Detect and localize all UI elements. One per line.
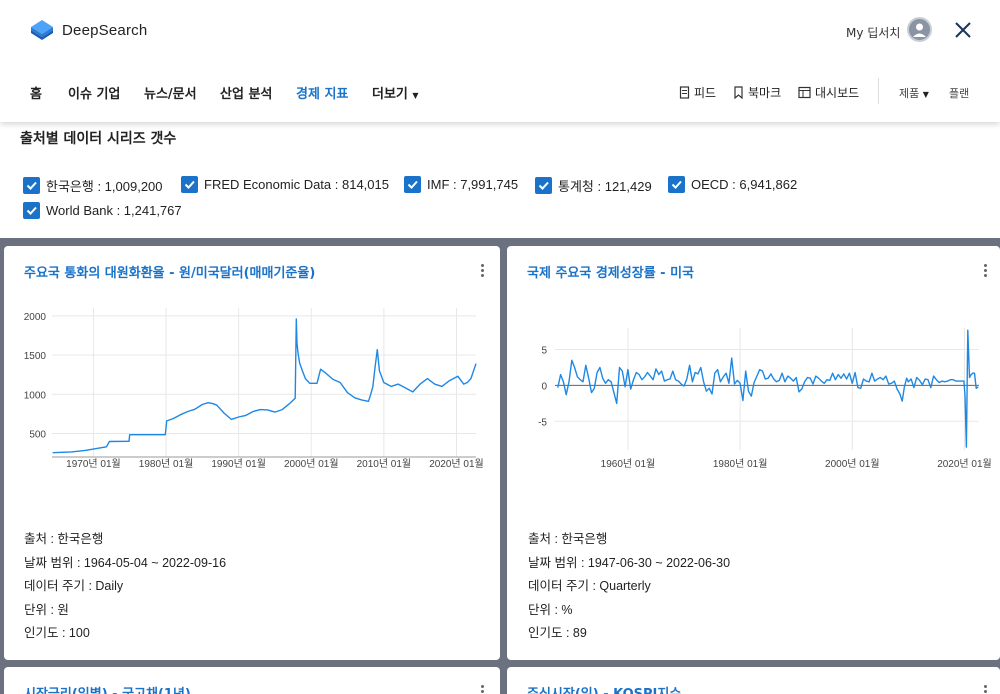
x-tick-label: 1980년 01월 <box>713 458 768 470</box>
filter-label: 한국은행 : 1,009,200 <box>46 179 163 194</box>
card-title[interactable]: 주식시장(일) - KOSPI지수 <box>527 683 681 694</box>
nav-more-label: 더보기 <box>372 87 408 102</box>
close-icon[interactable] <box>952 19 974 41</box>
logo-text: DeepSearch <box>62 21 148 39</box>
meta-source: 출처 : 한국은행 <box>528 532 608 546</box>
dashboard-label: 대시보드 <box>815 86 860 100</box>
filter-label: IMF : 7,991,745 <box>427 177 519 192</box>
bookmark-button[interactable]: 북마크 <box>733 84 781 101</box>
filter-label: FRED Economic Data : 814,015 <box>204 177 389 192</box>
nav-news-documents[interactable]: 뉴스/문서 <box>144 83 197 102</box>
meta-source: 출처 : 한국은행 <box>24 532 104 546</box>
meta-popularity: 인기도 : 100 <box>24 626 90 640</box>
meta-date-range: 날짜 범위 : 1964-05-04 ~ 2022-09-16 <box>24 555 227 570</box>
dashboard-icon <box>798 86 811 99</box>
y-tick-label: 5 <box>541 346 547 357</box>
meta-frequency: 데이터 주기 : Daily <box>24 579 124 593</box>
meta-unit: 단위 : % <box>528 602 573 617</box>
x-tick-label: 1980년 01월 <box>139 458 194 470</box>
y-tick-label: 0 <box>541 381 547 392</box>
checkbox-checked-icon <box>535 177 552 194</box>
y-tick-label: -5 <box>538 417 547 428</box>
checkbox-checked-icon <box>181 176 198 193</box>
x-tick-label: 1970년 01월 <box>66 458 121 470</box>
header-divider <box>878 78 879 104</box>
filter-title: 출처별 데이터 시리즈 갯수 <box>20 131 177 147</box>
bookmark-label: 북마크 <box>748 86 782 100</box>
top-header: DeepSearch My 딥서치 홈 이슈 기업 뉴스/문서 산업 분석 경제… <box>0 0 1000 122</box>
series-line <box>52 318 477 454</box>
card-title[interactable]: 국제 주요국 경제성장률 - 미국 <box>527 262 694 281</box>
nav-economic-indicators[interactable]: 경제 지표 <box>296 83 348 102</box>
nav-more[interactable]: 더보기 ▼ <box>372 83 419 102</box>
card-title[interactable]: 시장금리(일별) - 국고채(1년) <box>24 683 191 694</box>
meta-popularity: 인기도 : 89 <box>528 626 587 640</box>
gdp-growth-chart: 1960년 01월 1980년 01월 2000년 01월 2020년 01월 -5 0 5 <box>538 328 992 470</box>
caret-down-icon: ▼ <box>412 91 419 100</box>
checkbox-checked-icon <box>23 177 40 194</box>
meta-unit: 단위 : 원 <box>24 602 69 617</box>
feed-label: 피드 <box>694 86 717 100</box>
filter-checkbox-oecd[interactable]: OECD : 6,941,862 <box>668 176 797 193</box>
more-options-icon[interactable] <box>984 264 988 278</box>
more-options-icon[interactable] <box>984 685 988 694</box>
series-line <box>557 329 979 448</box>
product-label: 제품 <box>899 87 920 100</box>
my-deepsearch-link[interactable]: My 딥서치 <box>846 24 900 41</box>
nav-issue-companies[interactable]: 이슈 기업 <box>68 83 120 102</box>
card-meta: 출처 : 한국은행 날짜 범위 : 1964-05-04 ~ 2022-09-1… <box>24 528 226 646</box>
filter-checkbox-bok[interactable]: 한국은행 : 1,009,200 <box>23 176 163 195</box>
product-menu[interactable]: 제품 ▼ <box>899 85 929 101</box>
checkbox-checked-icon <box>668 176 685 193</box>
checkbox-checked-icon <box>404 176 421 193</box>
nav-industry-analysis[interactable]: 산업 분석 <box>220 83 272 102</box>
filter-checkbox-fred[interactable]: FRED Economic Data : 814,015 <box>181 176 389 193</box>
filter-checkbox-imf[interactable]: IMF : 7,991,745 <box>404 176 518 193</box>
bookmark-icon <box>734 86 743 99</box>
x-tick-label: 1990년 01월 <box>211 458 266 470</box>
meta-frequency: 데이터 주기 : Quarterly <box>528 579 651 593</box>
filter-checkbox-worldbank[interactable]: World Bank : 1,241,767 <box>23 202 182 219</box>
more-options-icon[interactable] <box>481 685 485 694</box>
dashboard-button[interactable]: 대시보드 <box>798 84 859 101</box>
card-meta: 출처 : 한국은행 날짜 범위 : 1947-06-30 ~ 2022-06-3… <box>528 528 730 646</box>
deepsearch-logo-icon <box>31 20 53 40</box>
x-tick-label: 2000년 01월 <box>825 458 880 470</box>
feed-icon <box>679 86 690 99</box>
user-icon <box>913 23 926 37</box>
nav-home[interactable]: 홈 <box>30 83 42 102</box>
plan-link[interactable]: 플랜 <box>949 85 969 101</box>
meta-date-range: 날짜 범위 : 1947-06-30 ~ 2022-06-30 <box>528 555 731 570</box>
filter-label: 통계청 : 121,429 <box>558 179 652 194</box>
x-tick-label: 2020년 01월 <box>937 458 992 470</box>
x-tick-label: 2020년 01월 <box>429 458 484 470</box>
y-tick-label: 1000 <box>24 390 47 401</box>
more-options-icon[interactable] <box>481 264 485 278</box>
logo[interactable]: DeepSearch <box>30 18 147 42</box>
y-tick-label: 500 <box>29 429 46 440</box>
y-tick-label: 1500 <box>24 351 47 362</box>
x-tick-label: 2000년 01월 <box>284 458 339 470</box>
x-tick-label: 2010년 01월 <box>357 458 412 470</box>
x-tick-label: 1960년 01월 <box>601 458 656 470</box>
y-tick-label: 2000 <box>24 312 47 323</box>
filter-label: World Bank : 1,241,767 <box>46 203 182 218</box>
filter-checkbox-kostat[interactable]: 통계청 : 121,429 <box>535 176 652 195</box>
avatar[interactable] <box>907 17 932 42</box>
filter-label: OECD : 6,941,862 <box>691 177 798 192</box>
exchange-rate-chart: 1970년 01월 1980년 01월 1990년 01월 2000년 01월 2010… <box>24 308 484 470</box>
feed-button[interactable]: 피드 <box>679 84 716 101</box>
caret-down-icon: ▼ <box>922 90 929 99</box>
card-title[interactable]: 주요국 통화의 대원화환율 - 원/미국달러(매매기준율) <box>24 262 315 281</box>
checkbox-checked-icon <box>23 202 40 219</box>
